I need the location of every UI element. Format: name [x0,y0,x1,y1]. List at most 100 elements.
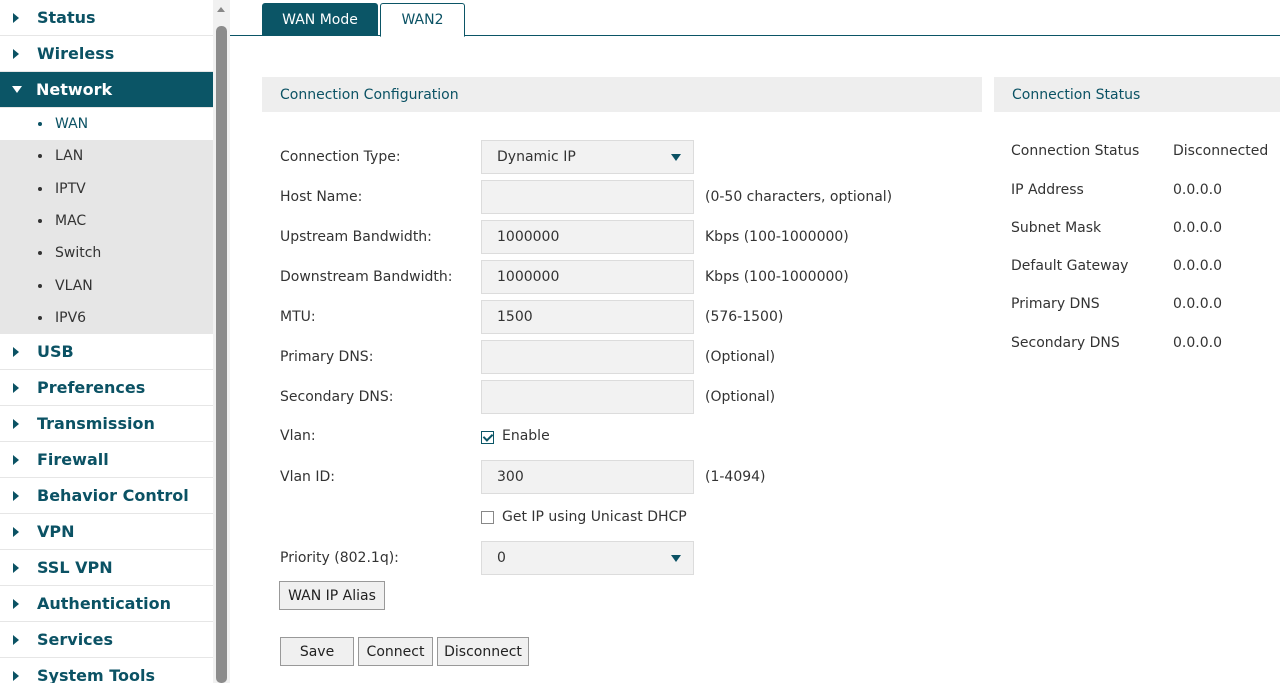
subnav-item-label: Switch [55,245,102,262]
downstream-bandwidth-input[interactable]: 1000000 [481,260,694,294]
nav-item-usb[interactable]: USB [0,334,213,371]
subnav-item-label: WAN [55,116,89,133]
nav-item-vpn[interactable]: VPN [0,514,213,551]
nav-item-label: USB [37,342,74,362]
unicast-dhcp-checkbox[interactable] [481,511,494,524]
downstream-bandwidth-label: Downstream Bandwidth: [280,269,453,285]
connection-type-select[interactable]: Dynamic IP [481,140,694,174]
status-row-value: 0.0.0.0 [1173,258,1222,274]
subnav-item-ipv6[interactable]: IPV6 [0,302,213,334]
scroll-up-arrow-icon[interactable] [217,7,225,12]
nav-item-firewall[interactable]: Firewall [0,442,213,479]
nav-item-label: Services [37,630,114,650]
vlan-label: Vlan: [280,428,316,444]
status-row-value: 0.0.0.0 [1173,296,1222,312]
bullet-icon [38,315,42,320]
nav-item-label: System Tools [37,666,155,683]
mtu-label: MTU: [280,309,316,325]
caret-right-icon [13,12,19,23]
secondary-dns-label: Secondary DNS: [280,389,394,405]
vlan-id-label: Vlan ID: [280,469,335,485]
subnav-item-vlan[interactable]: VLAN [0,269,213,301]
nav-item-label: Status [37,8,96,27]
status-row-label: IP Address [1011,182,1084,198]
nav-item-wireless[interactable]: Wireless [0,36,213,72]
caret-right-icon [13,48,19,59]
bullet-icon [38,251,42,256]
connect-button[interactable]: Connect [358,637,433,666]
caret-right-icon [13,598,19,609]
primary-dns-input[interactable] [481,340,694,374]
sidebar-nav: Status Wireless Network WAN LAN IPTV MAC… [0,0,213,683]
subnav-item-wan[interactable]: WAN [0,108,213,141]
subnav-item-label: LAN [55,148,84,165]
status-row-value: 0.0.0.0 [1173,335,1222,351]
vlan-enable-checkbox[interactable] [481,431,494,444]
tab-wan-mode[interactable]: WAN Mode [262,3,378,36]
wan-ip-alias-button[interactable]: WAN IP Alias [279,581,385,610]
nav-item-ssl-vpn[interactable]: SSL VPN [0,550,213,587]
bullet-icon [38,154,42,159]
primary-dns-hint: (Optional) [705,349,776,365]
dropdown-arrow-icon [671,154,681,161]
nav-item-authentication[interactable]: Authentication [0,586,213,623]
upstream-bandwidth-input[interactable]: 1000000 [481,220,694,254]
caret-right-icon [13,382,19,393]
subnav-item-mac[interactable]: MAC [0,205,213,237]
bullet-icon [38,219,42,224]
status-row-value: 0.0.0.0 [1173,220,1222,236]
vlan-id-input[interactable]: 300 [481,460,694,494]
subnav-item-lan[interactable]: LAN [0,140,213,172]
nav-item-preferences[interactable]: Preferences [0,370,213,407]
nav-item-label: SSL VPN [37,558,113,578]
secondary-dns-input[interactable] [481,380,694,414]
caret-right-icon [13,454,19,465]
tab-bar: WAN Mode WAN2 [230,0,1280,37]
secondary-dns-hint: (Optional) [705,389,776,405]
nav-item-label: Behavior Control [37,486,189,506]
priority-value: 0 [497,550,506,566]
subnav-item-label: VLAN [55,277,93,294]
nav-item-label: Preferences [37,378,146,398]
bullet-icon [38,186,42,191]
nav-item-label: Transmission [37,414,155,434]
bullet-icon [38,122,42,127]
caret-down-icon [12,86,22,93]
host-name-input[interactable] [481,180,694,214]
save-button[interactable]: Save [280,637,354,666]
status-row-value: 0.0.0.0 [1173,182,1222,198]
mtu-input[interactable]: 1500 [481,300,694,334]
nav-item-services[interactable]: Services [0,622,213,659]
upstream-bandwidth-label: Upstream Bandwidth: [280,229,432,245]
nav-item-label: VPN [37,522,75,542]
subnav-item-label: IPTV [55,180,86,197]
status-row-label: Default Gateway [1011,258,1129,274]
bullet-icon [38,283,42,288]
nav-item-behavior-control[interactable]: Behavior Control [0,478,213,515]
priority-select[interactable]: 0 [481,541,694,575]
scrollbar-thumb[interactable] [216,26,227,683]
host-name-label: Host Name: [280,189,363,205]
subnav-item-iptv[interactable]: IPTV [0,173,213,205]
subnav-item-switch[interactable]: Switch [0,237,213,269]
nav-item-label: Authentication [37,594,171,614]
sidebar-scrollbar[interactable] [213,0,230,683]
nav-item-status[interactable]: Status [0,0,213,36]
disconnect-button[interactable]: Disconnect [437,637,529,666]
nav-item-label: Network [36,80,113,99]
tab-wan2[interactable]: WAN2 [380,3,465,37]
subnav-item-label: MAC [55,213,87,230]
nav-item-transmission[interactable]: Transmission [0,406,213,443]
nav-item-system-tools[interactable]: System Tools [0,658,213,683]
caret-right-icon [13,670,19,681]
caret-right-icon [13,562,19,573]
status-row-value: Disconnected [1173,143,1269,159]
nav-item-network[interactable]: Network [0,72,213,108]
connection-type-label: Connection Type: [280,149,401,165]
caret-right-icon [13,346,19,357]
host-name-hint: (0-50 characters, optional) [705,189,893,205]
nav-item-label: Firewall [37,450,109,470]
connection-configuration-header: Connection Configuration [262,77,982,112]
caret-right-icon [13,490,19,501]
vlan-enable-label: Enable [502,428,550,444]
